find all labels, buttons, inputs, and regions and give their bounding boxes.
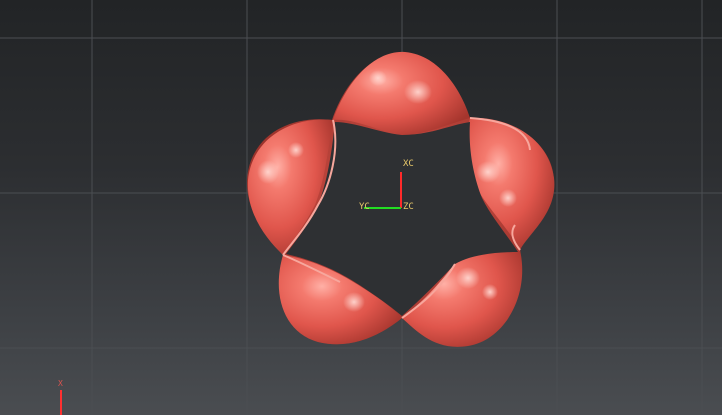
wcs-x-label: XC	[403, 159, 414, 169]
ribbon-highlight	[257, 160, 279, 184]
ribbon-highlight	[482, 284, 498, 300]
ribbon-highlight	[476, 161, 500, 183]
ribbon-highlight	[288, 142, 304, 158]
wcs-y-label: YC	[359, 202, 370, 212]
ribbon-highlight	[369, 70, 387, 86]
ribbon-highlight	[343, 292, 365, 312]
ribbon-highlight	[499, 189, 517, 207]
viewport-canvas[interactable]: XC YC ZC X	[0, 0, 722, 415]
ribbon-highlight	[404, 80, 432, 104]
graphics-viewport[interactable]: XC YC ZC X	[0, 0, 722, 415]
triad-x-label: X	[58, 379, 63, 388]
ribbon-highlight	[456, 267, 480, 289]
wcs-z-label: ZC	[403, 202, 414, 212]
view-triad: X	[58, 379, 63, 415]
